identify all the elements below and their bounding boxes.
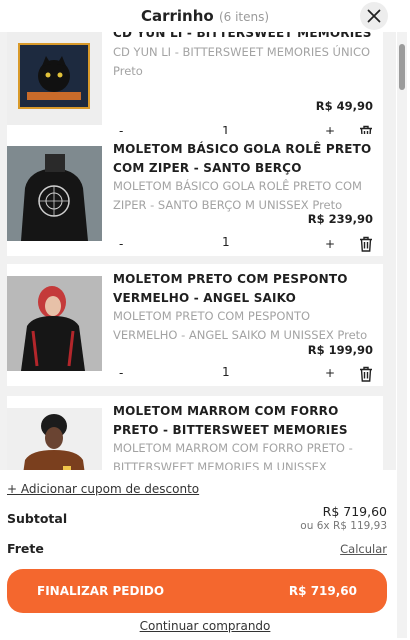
cart-item: MOLETOM PRETO COM PESPONTO VERMELHO - AN…	[7, 264, 383, 386]
checkout-button-label: FINALIZAR PEDIDO	[37, 584, 165, 598]
item-title: MOLETOM MARROM COM FORRO PRETO - BITTERS…	[113, 404, 348, 437]
subtotal-label: Subtotal	[7, 511, 68, 526]
product-image-hoodie-red	[7, 276, 102, 371]
cart-header: Carrinho (6 itens)	[0, 0, 410, 32]
close-button[interactable]	[360, 2, 388, 30]
installments-text: ou 6x R$ 119,93	[300, 520, 387, 532]
item-price: R$ 49,90	[315, 99, 373, 113]
qty-decrease-button[interactable]: -	[119, 366, 123, 380]
continue-shopping-link[interactable]: Continuar comprando	[0, 619, 410, 633]
item-subtitle: MOLETOM MARROM COM FORRO PRETO - BITTERS…	[113, 441, 353, 470]
subtotal-value: R$ 719,60	[322, 504, 387, 519]
item-subtitle: MOLETOM BÁSICO GOLA ROLÊ PRETO COM ZIPER…	[113, 179, 362, 212]
cart-item-count: (6 itens)	[218, 10, 270, 24]
cart-item: CD YUN LI - BITTERSWEET MEMORIES CD YUN …	[7, 32, 383, 141]
product-image-hoodie-black	[7, 146, 102, 241]
scrollbar-track[interactable]	[397, 32, 407, 638]
shipping-label: Frete	[7, 541, 44, 556]
product-image-hoodie-brown	[7, 408, 102, 470]
qty-increase-button[interactable]: +	[325, 366, 335, 380]
qty-value: 1	[222, 235, 230, 249]
cart-item-list[interactable]: CD YUN LI - BITTERSWEET MEMORIES CD YUN …	[0, 32, 396, 470]
cart-title: Carrinho (6 itens)	[0, 7, 410, 25]
item-subtitle: MOLETOM PRETO COM PESPONTO VERMELHO - AN…	[113, 309, 368, 342]
scrollbar-thumb[interactable]	[399, 44, 405, 90]
cart-item: MOLETOM MARROM COM FORRO PRETO - BITTERS…	[7, 396, 383, 470]
qty-decrease-button[interactable]: -	[119, 237, 123, 251]
product-image-cd	[7, 32, 102, 125]
item-title: CD YUN LI - BITTERSWEET MEMORIES	[113, 32, 372, 40]
item-price: R$ 199,90	[307, 343, 373, 357]
cart-title-text: Carrinho	[140, 7, 214, 25]
checkout-button[interactable]: FINALIZAR PEDIDO R$ 719,60	[7, 569, 387, 613]
item-price: R$ 239,90	[307, 212, 373, 226]
qty-increase-button[interactable]: +	[325, 237, 335, 251]
qty-value: 1	[222, 365, 230, 379]
trash-icon[interactable]	[359, 236, 373, 252]
close-icon	[367, 9, 381, 23]
calculate-shipping-link[interactable]: Calcular	[340, 542, 387, 556]
cart-item: MOLETOM BÁSICO GOLA ROLÊ PRETO COM ZIPER…	[7, 134, 383, 256]
item-title: MOLETOM BÁSICO GOLA ROLÊ PRETO COM ZIPER…	[113, 142, 372, 175]
trash-icon[interactable]	[359, 366, 373, 382]
checkout-button-total: R$ 719,60	[288, 584, 357, 598]
add-coupon-link[interactable]: + Adicionar cupom de desconto	[7, 482, 199, 496]
item-title: MOLETOM PRETO COM PESPONTO VERMELHO - AN…	[113, 272, 348, 305]
item-subtitle: CD YUN LI - BITTERSWEET MEMORIES ÚNICO P…	[113, 45, 371, 78]
